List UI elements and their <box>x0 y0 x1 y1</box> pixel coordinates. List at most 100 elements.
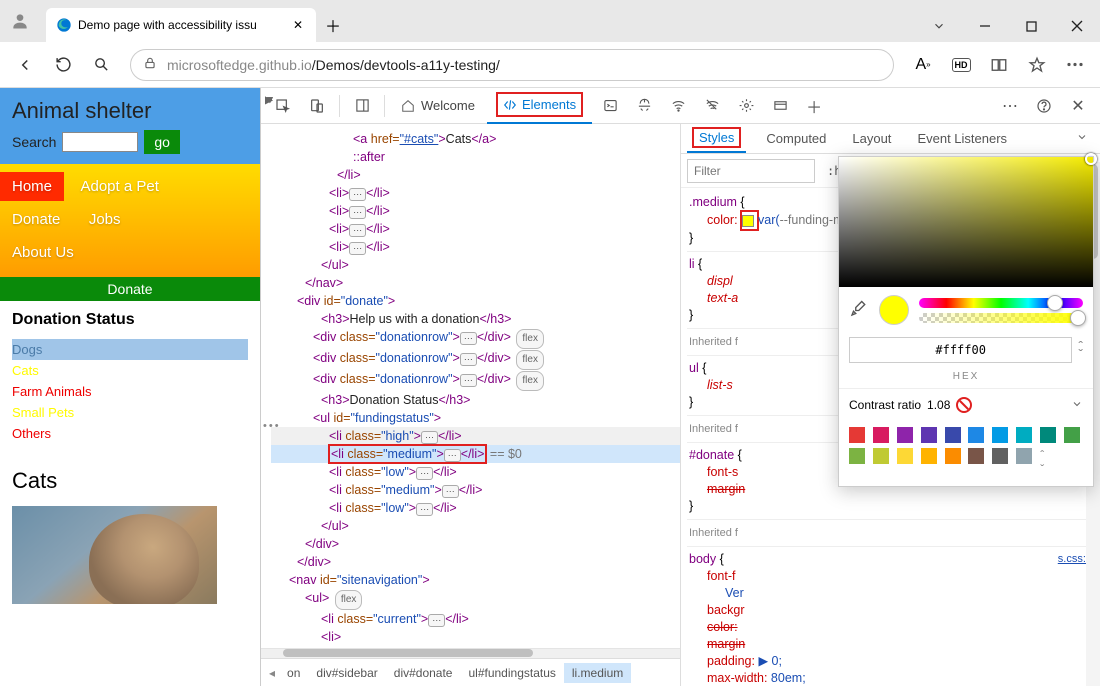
palette-page-toggle[interactable]: ˆˇ <box>1040 448 1059 476</box>
color-swatch[interactable] <box>742 215 754 227</box>
list-item[interactable]: Cats <box>12 360 248 381</box>
devtools-toolbar: Welcome Elements ＋ ⋯ ✕ <box>261 88 1100 124</box>
device-emulation-icon[interactable] <box>301 92 333 120</box>
list-item[interactable]: Farm Animals <box>12 381 248 402</box>
more-icon[interactable] <box>1058 48 1092 82</box>
palette-swatch[interactable] <box>921 448 937 464</box>
list-item[interactable]: Small Pets <box>12 402 248 423</box>
palette-swatch[interactable] <box>992 448 1008 464</box>
hex-input[interactable] <box>849 337 1072 363</box>
donate-bar[interactable]: Donate <box>0 277 260 301</box>
console-icon[interactable] <box>594 92 626 120</box>
palette-swatch[interactable] <box>968 448 984 464</box>
search-button[interactable] <box>84 48 118 82</box>
close-window-button[interactable] <box>1054 10 1100 42</box>
crumb[interactable]: div#donate <box>386 663 461 683</box>
maximize-button[interactable] <box>1008 10 1054 42</box>
go-button[interactable]: go <box>144 130 180 154</box>
horizontal-scrollbar[interactable] <box>261 648 680 658</box>
sources-icon[interactable] <box>628 92 660 120</box>
profile-icon[interactable] <box>0 0 40 42</box>
hex-label: HEX <box>839 371 1093 388</box>
palette-swatch[interactable] <box>1016 448 1032 464</box>
devtools-more-icon[interactable]: ⋯ <box>994 92 1026 120</box>
nav-donate[interactable]: Donate <box>0 205 72 234</box>
selected-dom-node[interactable]: ▶<li class="medium">⋯</li> == $0 <box>271 445 680 463</box>
chevron-down-icon[interactable] <box>1070 127 1094 150</box>
palette-swatch[interactable] <box>849 448 865 464</box>
format-toggle-icon[interactable]: ˆˇ <box>1078 342 1083 358</box>
welcome-tab[interactable]: Welcome <box>391 88 485 124</box>
hd-icon[interactable]: HD <box>944 48 978 82</box>
color-spectrum[interactable] <box>839 157 1093 287</box>
palette-swatch[interactable] <box>968 427 984 443</box>
tab-title: Demo page with accessibility issu <box>78 18 284 32</box>
list-item[interactable]: Dogs <box>12 339 248 360</box>
styles-filter-input[interactable] <box>687 159 815 183</box>
memory-icon[interactable] <box>764 92 796 120</box>
palette-swatch[interactable] <box>897 448 913 464</box>
palette-swatch[interactable] <box>945 448 961 464</box>
cats-heading: Cats <box>0 468 260 494</box>
reader-icon[interactable] <box>982 48 1016 82</box>
refresh-button[interactable] <box>46 48 80 82</box>
chevron-down-icon[interactable] <box>1071 398 1083 413</box>
hue-slider[interactable] <box>919 298 1083 308</box>
back-button[interactable] <box>8 48 42 82</box>
dom-breadcrumbs: ◂ on div#sidebar div#donate ul#fundingst… <box>261 658 680 686</box>
donation-status-heading: Donation Status <box>12 311 248 329</box>
palette-swatch[interactable] <box>849 427 865 443</box>
palette-swatch[interactable] <box>873 448 889 464</box>
palette-swatch[interactable] <box>992 427 1008 443</box>
crumb[interactable]: on <box>279 663 308 683</box>
tab-event-listeners[interactable]: Event Listeners <box>911 127 1013 150</box>
alpha-slider[interactable] <box>919 313 1083 323</box>
tab-styles[interactable]: Styles <box>687 124 746 153</box>
settings-gear-icon[interactable] <box>730 92 762 120</box>
tab-layout[interactable]: Layout <box>846 127 897 150</box>
palette-swatch[interactable] <box>1040 427 1056 443</box>
new-tab-button[interactable]: ＋ <box>316 8 350 42</box>
performance-icon[interactable] <box>696 92 728 120</box>
close-tab-icon[interactable]: ✕ <box>290 17 306 33</box>
search-input[interactable] <box>62 132 138 152</box>
nav-home[interactable]: Home <box>0 172 64 201</box>
contrast-value: 1.08 <box>927 398 950 412</box>
tab-computed[interactable]: Computed <box>760 127 832 150</box>
dom-tree[interactable]: <a href="#cats">Cats</a> ::after </li> ▶… <box>261 124 680 648</box>
nav-adopt[interactable]: Adopt a Pet <box>68 172 170 201</box>
eyedropper-icon[interactable] <box>849 300 869 320</box>
palette-swatch[interactable] <box>921 427 937 443</box>
main-nav: Home Adopt a Pet Donate Jobs About Us <box>0 164 260 277</box>
palette-swatch[interactable] <box>873 427 889 443</box>
chevron-down-icon[interactable] <box>916 10 962 42</box>
nav-jobs[interactable]: Jobs <box>77 205 133 234</box>
browser-toolbar: microsoftedge.github.io/Demos/devtools-a… <box>0 42 1100 88</box>
crumb[interactable]: ul#fundingstatus <box>460 663 563 683</box>
edge-icon <box>56 17 72 33</box>
palette-swatch[interactable] <box>897 427 913 443</box>
palette-swatch[interactable] <box>1064 427 1080 443</box>
crumb-selected[interactable]: li.medium <box>564 663 631 683</box>
favorite-icon[interactable] <box>1020 48 1054 82</box>
address-bar[interactable]: microsoftedge.github.io/Demos/devtools-a… <box>130 49 894 81</box>
search-label: Search <box>12 134 56 150</box>
read-aloud-icon[interactable]: A» <box>906 48 940 82</box>
color-picker: ˆˇ HEX Contrast ratio 1.08 ˆˇ <box>838 156 1094 487</box>
help-icon[interactable] <box>1028 92 1060 120</box>
minimize-button[interactable] <box>962 10 1008 42</box>
close-devtools-icon[interactable]: ✕ <box>1062 92 1094 120</box>
crumb[interactable]: div#sidebar <box>308 663 385 683</box>
nav-about[interactable]: About Us <box>0 238 86 267</box>
palette-swatch[interactable] <box>945 427 961 443</box>
url-text: microsoftedge.github.io/Demos/devtools-a… <box>167 57 500 73</box>
dock-side-icon[interactable] <box>346 92 378 120</box>
add-tab-icon[interactable]: ＋ <box>798 92 830 120</box>
browser-tab[interactable]: Demo page with accessibility issu ✕ <box>46 8 316 42</box>
network-icon[interactable] <box>662 92 694 120</box>
contrast-fail-icon <box>956 397 972 413</box>
elements-tab[interactable]: Elements <box>487 88 592 124</box>
devtools: ••• Welcome Elements ＋ ⋯ ✕ <a href="#cat <box>260 88 1100 686</box>
list-item[interactable]: Others <box>12 423 248 444</box>
palette-swatch[interactable] <box>1016 427 1032 443</box>
